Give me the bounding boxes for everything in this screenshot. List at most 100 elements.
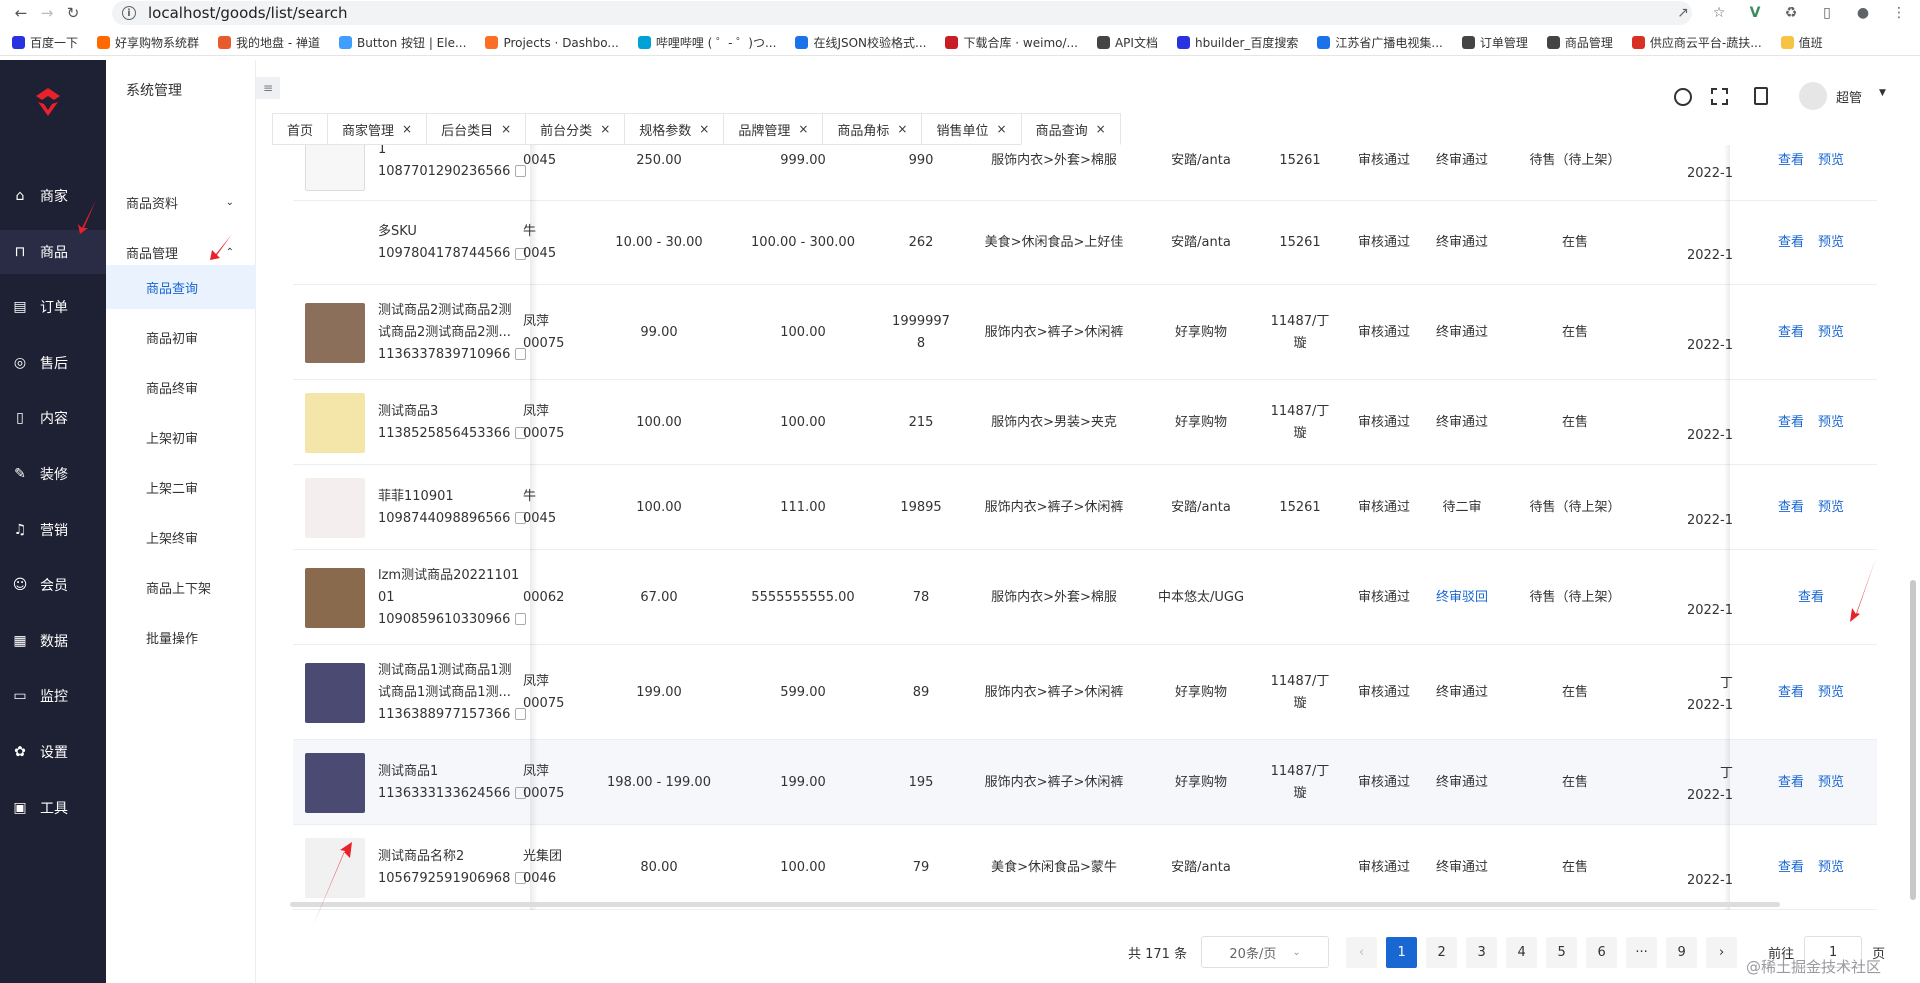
sidebar-item-7[interactable]: ☺ 会员	[0, 563, 106, 607]
product-name[interactable]: 多SKU	[378, 221, 528, 243]
product-thumbnail[interactable]	[305, 752, 365, 813]
bookmark-item[interactable]: Projects · Dashbo...	[485, 36, 619, 50]
vue-devtools-icon[interactable]: V	[1744, 2, 1766, 24]
page-number-button[interactable]: 3	[1466, 936, 1498, 968]
view-link[interactable]: 查看	[1798, 587, 1824, 609]
view-link[interactable]: 查看	[1778, 772, 1804, 794]
product-thumbnail[interactable]	[305, 392, 365, 453]
sidebar-item-4[interactable]: ▯ 内容	[0, 396, 106, 440]
bookmark-item[interactable]: 订单管理	[1461, 34, 1528, 51]
view-link[interactable]: 查看	[1778, 412, 1804, 434]
sub-item-leaf[interactable]: 上架二审	[106, 465, 256, 509]
final-value[interactable]: 终审驳回	[1436, 587, 1488, 609]
preview-link[interactable]: 预览	[1818, 232, 1844, 254]
sidebar-item-1[interactable]: ⊓ 商品	[0, 229, 106, 274]
bookmark-item[interactable]: Button 按钮 | Ele...	[339, 34, 466, 51]
page-number-button[interactable]: ···	[1626, 936, 1658, 968]
product-name[interactable]: 菲菲110901	[378, 486, 528, 508]
tab-item[interactable]: 规格参数 ×	[624, 113, 725, 145]
preview-link[interactable]: 预览	[1818, 412, 1844, 434]
back-button[interactable]: ←	[8, 0, 34, 26]
product-thumbnail[interactable]	[305, 662, 365, 723]
page-size-select[interactable]: 20条/页 ⌄	[1201, 936, 1330, 968]
star-icon[interactable]: ☆	[1708, 2, 1730, 24]
sidebar-item-8[interactable]: ▦ 数据	[0, 619, 106, 663]
share-icon[interactable]: ↗	[1672, 2, 1694, 24]
page-number-button[interactable]: 6	[1586, 936, 1618, 968]
preview-link[interactable]: 预览	[1818, 497, 1844, 519]
bookmark-item[interactable]: 商品管理	[1546, 34, 1613, 51]
close-icon[interactable]: ×	[501, 122, 511, 136]
close-icon[interactable]: ×	[997, 122, 1007, 136]
product-name[interactable]: 1	[378, 145, 528, 161]
forward-button[interactable]: →	[34, 0, 60, 26]
tab-item[interactable]: 销售单位 ×	[921, 113, 1022, 145]
document-icon[interactable]	[1754, 87, 1768, 105]
close-icon[interactable]: ×	[798, 122, 808, 136]
page-number-button[interactable]: 2	[1426, 936, 1458, 968]
sub-item-leaf[interactable]: 商品终审	[106, 365, 256, 409]
sidebar-item-11[interactable]: ▣ 工具	[0, 786, 106, 830]
bookmark-item[interactable]: 下载合库 · weimo/...	[945, 34, 1078, 51]
tab-item[interactable]: 商品角标 ×	[822, 113, 923, 145]
user-name[interactable]: 超管	[1836, 87, 1862, 106]
preview-link[interactable]: 预览	[1818, 150, 1844, 172]
view-link[interactable]: 查看	[1778, 322, 1804, 344]
close-icon[interactable]: ×	[402, 122, 412, 136]
profile-icon[interactable]: ●	[1852, 2, 1874, 24]
menu-icon[interactable]: ⋮	[1888, 2, 1910, 24]
product-thumbnail[interactable]	[305, 302, 365, 363]
sub-item-leaf[interactable]: 商品查询	[106, 265, 256, 309]
close-icon[interactable]: ×	[600, 122, 610, 136]
preview-link[interactable]: 预览	[1818, 322, 1844, 344]
bookmark-item[interactable]: 百度一下	[12, 34, 78, 51]
search-icon[interactable]	[1674, 88, 1692, 106]
page-number-button[interactable]: 9	[1666, 936, 1698, 968]
collapse-menu-icon[interactable]: ≡	[256, 77, 280, 99]
view-link[interactable]: 查看	[1778, 232, 1804, 254]
view-link[interactable]: 查看	[1778, 497, 1804, 519]
bookmark-item[interactable]: 哔哩哔哩 ( ゜- ゜)つ...	[637, 34, 776, 51]
product-thumbnail[interactable]	[305, 145, 365, 191]
product-name[interactable]: 测试商品2测试商品2测	[378, 300, 528, 322]
page-number-button[interactable]: 4	[1506, 936, 1538, 968]
site-info-icon[interactable]: i	[122, 6, 136, 20]
page-number-button[interactable]: 5	[1546, 936, 1578, 968]
prev-page-button[interactable]: ‹	[1346, 936, 1378, 968]
avatar[interactable]	[1799, 82, 1827, 110]
bookmark-item[interactable]: 值班	[1780, 34, 1823, 51]
tab-item[interactable]: 前台分类 ×	[525, 113, 626, 145]
bookmark-item[interactable]: 在线JSON校验格式...	[795, 34, 926, 51]
bookmark-item[interactable]: API文档	[1096, 34, 1158, 51]
bookmark-item[interactable]: 我的地盘 - 禅道	[218, 34, 320, 51]
product-thumbnail[interactable]	[305, 213, 365, 273]
caret-down-icon[interactable]: ▼	[1879, 88, 1886, 98]
sidebar-item-3[interactable]: ◎ 售后	[0, 341, 106, 385]
sidepanel-icon[interactable]: ▯	[1816, 2, 1838, 24]
extensions-icon[interactable]: ♻	[1780, 2, 1802, 24]
product-name[interactable]: 测试商品1测试商品1测	[378, 660, 528, 682]
sub-item-leaf[interactable]: 商品上下架	[106, 565, 256, 609]
sub-item-leaf[interactable]: 上架初审	[106, 415, 256, 459]
sidebar-item-5[interactable]: ✎ 装修	[0, 452, 106, 496]
product-name[interactable]: 测试商品1	[378, 761, 528, 783]
close-icon[interactable]: ×	[897, 122, 907, 136]
page-number-button[interactable]: 1	[1386, 936, 1418, 968]
product-thumbnail[interactable]	[305, 567, 365, 628]
tab-item[interactable]: 商家管理 ×	[327, 113, 428, 145]
close-icon[interactable]: ×	[1096, 122, 1106, 136]
view-link[interactable]: 查看	[1778, 682, 1804, 704]
product-thumbnail[interactable]	[305, 477, 365, 538]
product-name[interactable]: 测试商品名称2	[378, 846, 528, 868]
sub-item-leaf[interactable]: 批量操作	[106, 615, 256, 659]
fullscreen-icon[interactable]	[1711, 88, 1728, 105]
address-bar[interactable]: i localhost/goods/list/search	[112, 1, 1692, 25]
tab-item[interactable]: 商品查询 ×	[1020, 113, 1121, 145]
vertical-scrollbar[interactable]	[1910, 580, 1916, 900]
product-name[interactable]: 测试商品3	[378, 401, 528, 423]
bookmark-item[interactable]: hbuilder_百度搜索	[1176, 34, 1298, 51]
tab-item[interactable]: 后台类目 ×	[426, 113, 527, 145]
bookmark-item[interactable]: 好享购物系统群	[97, 34, 199, 51]
horizontal-scrollbar[interactable]	[290, 902, 1780, 907]
preview-link[interactable]: 预览	[1818, 682, 1844, 704]
